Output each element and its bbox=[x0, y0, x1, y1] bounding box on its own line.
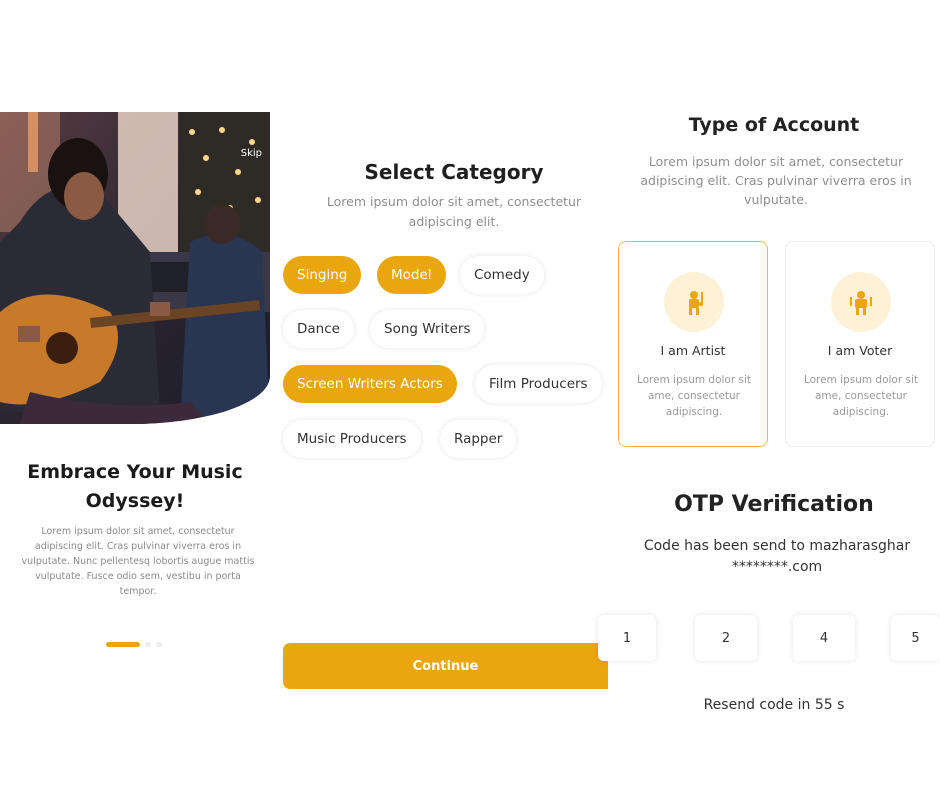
account-option-label: I am Voter bbox=[827, 343, 893, 358]
category-description: Lorem ipsum dolor sit amet, consectetur … bbox=[326, 194, 582, 229]
account-option-artist[interactable]: I am Artist Lorem ipsum dolor sit ame, c… bbox=[618, 241, 768, 447]
otp-subtitle: Code has been send to mazharasghar *****… bbox=[622, 536, 932, 578]
voter-icon bbox=[831, 272, 891, 332]
account-otp-screen: Type of Account Lorem ipsum dolor sit am… bbox=[598, 0, 940, 788]
page-indicator bbox=[106, 642, 162, 647]
continue-button[interactable]: Continue bbox=[283, 643, 608, 689]
category-title: Select Category bbox=[364, 160, 544, 184]
account-option-label: I am Artist bbox=[660, 343, 726, 358]
artist-icon bbox=[664, 272, 724, 332]
otp-email-masked: ********.com bbox=[731, 559, 823, 575]
chip-song-writers[interactable]: Song Writers bbox=[370, 310, 485, 348]
hero-image: Skip bbox=[0, 112, 270, 424]
otp-subtitle-line: Code has been send to mazharasghar bbox=[643, 538, 911, 554]
onboarding-screen: Skip Embrace Your Music Odyssey! Lorem i… bbox=[0, 112, 270, 672]
otp-title: OTP Verification bbox=[674, 492, 874, 517]
chip-singing[interactable]: Singing bbox=[283, 256, 362, 294]
chip-rapper[interactable]: Rapper bbox=[440, 420, 517, 458]
chip-dance[interactable]: Dance bbox=[283, 310, 354, 348]
resend-code-timer: Resend code in 55 s bbox=[703, 697, 845, 713]
otp-digit-input[interactable]: 5 bbox=[891, 615, 940, 661]
otp-digit-input[interactable]: 1 bbox=[598, 615, 656, 661]
chip-music-producers[interactable]: Music Producers bbox=[283, 420, 421, 458]
chip-screen-writers-actors[interactable]: Screen Writers Actors bbox=[283, 365, 457, 403]
otp-digit-input[interactable]: 2 bbox=[695, 615, 757, 661]
page-dot-active bbox=[106, 642, 140, 647]
account-type-description: Lorem ipsum dolor sit amet, consectetur … bbox=[640, 154, 912, 207]
page-dot bbox=[156, 642, 162, 647]
chip-comedy[interactable]: Comedy bbox=[460, 256, 544, 294]
account-option-description: Lorem ipsum dolor sit ame, consectetur a… bbox=[803, 374, 919, 418]
chip-model[interactable]: Model bbox=[377, 256, 446, 294]
chip-film-producers[interactable]: Film Producers bbox=[475, 365, 602, 403]
account-option-description: Lorem ipsum dolor sit ame, consectetur a… bbox=[636, 374, 752, 418]
select-category-screen: Select Category Lorem ipsum dolor sit am… bbox=[270, 0, 608, 720]
account-option-voter[interactable]: I am Voter Lorem ipsum dolor sit ame, co… bbox=[785, 241, 935, 447]
otp-digit-input[interactable]: 4 bbox=[793, 615, 855, 661]
onboarding-description: Lorem ipsum dolor sit amet, consectetur … bbox=[21, 526, 255, 597]
page-dot bbox=[145, 642, 151, 647]
skip-button[interactable]: Skip bbox=[241, 148, 262, 159]
account-type-title: Type of Account bbox=[688, 114, 860, 136]
onboarding-title: Embrace Your Music Odyssey! bbox=[27, 461, 243, 512]
